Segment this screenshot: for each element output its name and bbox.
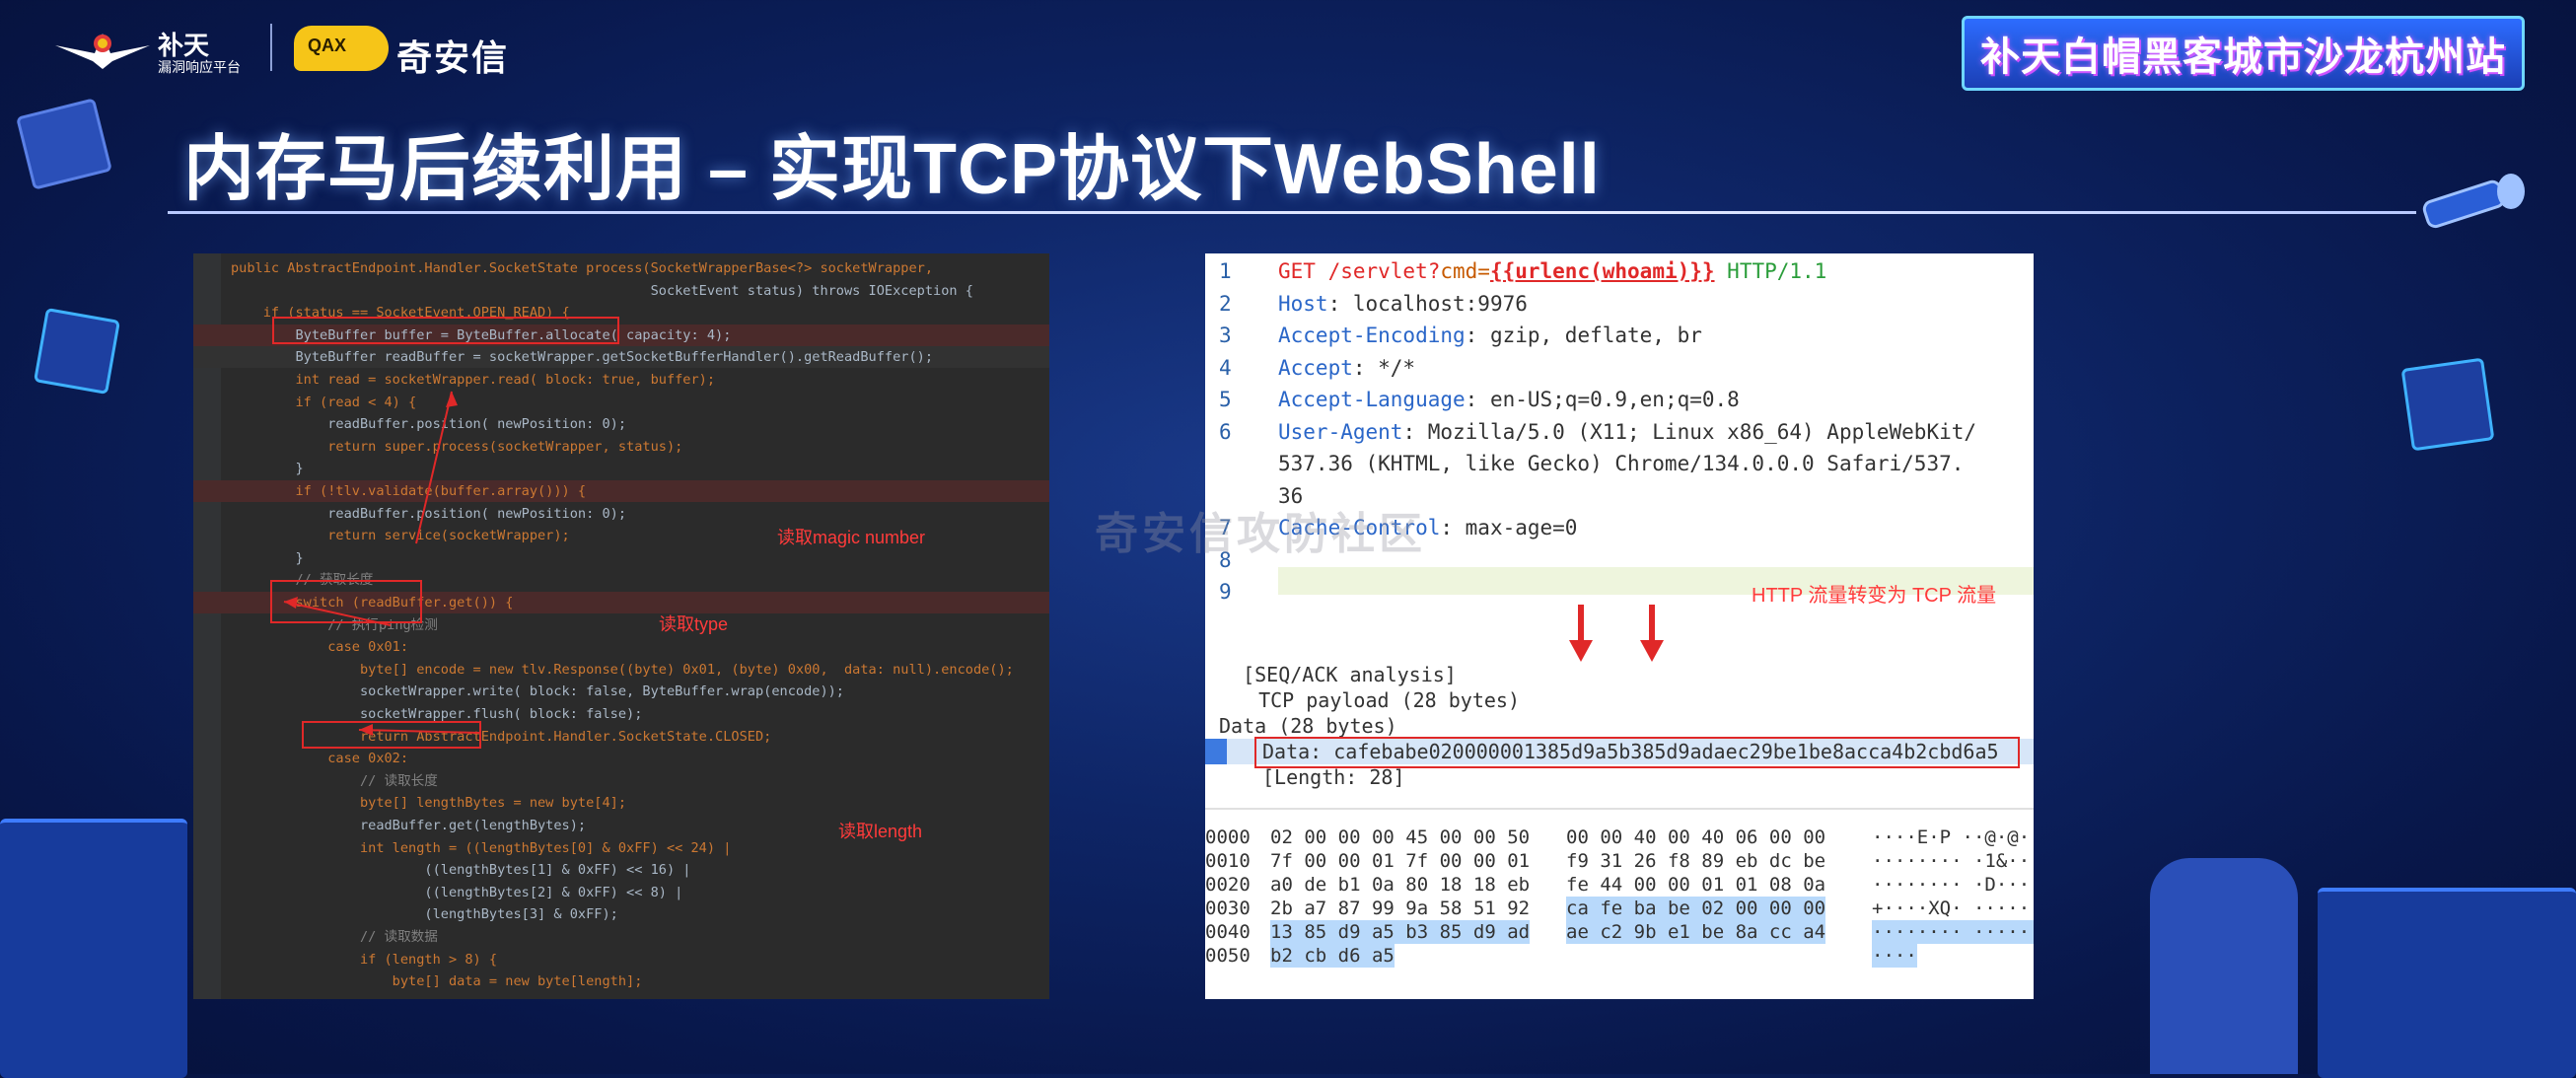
down-arrow-icon <box>1569 605 1593 662</box>
hex-offset: 0020 <box>1205 874 1251 896</box>
qax-badge-text: QAX <box>308 36 347 55</box>
request-text: Host: localhost:9976 <box>1278 288 1528 320</box>
hex-offset: 0040 <box>1205 921 1251 943</box>
qianxin-logo: QAX 奇安信 <box>294 22 531 78</box>
header-value: : en-US;q=0.9,en;q=0.8 <box>1465 388 1740 411</box>
line-number: 1 <box>1219 259 1232 283</box>
request-line: 5 Accept-Language: en-US;q=0.9,en;q=0.8 <box>1205 384 2034 415</box>
request-text: Accept: */* <box>1278 352 1415 384</box>
request-text: User-Agent: Mozilla/5.0 (X11; Linux x86_… <box>1278 416 1976 448</box>
hex-ascii: +····XQ· ········ <box>1872 898 2034 919</box>
line-number: 6 <box>1219 419 1232 444</box>
annotation-type: 读取type <box>659 614 729 634</box>
header-value: : max-age=0 <box>1440 516 1578 539</box>
code-editor-panel: public AbstractEndpoint.Handler.SocketSt… <box>193 253 1049 999</box>
hex-offset: 0050 <box>1205 945 1251 967</box>
annotation-length: 读取length <box>838 822 923 841</box>
line-number: 5 <box>1219 388 1232 411</box>
decor-chip <box>2400 357 2495 452</box>
request-line: 3 Accept-Encoding: gzip, deflate, br <box>1205 320 2034 351</box>
request-text: GET /servlet?cmd={{urlenc(whoami)}} HTTP… <box>1278 255 1826 287</box>
line-number: 3 <box>1219 323 1232 347</box>
tree-seq-ack[interactable]: [SEQ/ACK analysis] <box>1219 662 1457 687</box>
request-text: Accept-Language: en-US;q=0.9,en;q=0.8 <box>1278 384 1740 415</box>
decor-laptop <box>0 819 187 1078</box>
request-text: 537.36 (KHTML, like Gecko) Chrome/134.0.… <box>1278 448 1964 479</box>
header-name: User-Agent <box>1278 419 1403 444</box>
annotation-magic: 读取magic number <box>777 528 926 547</box>
tree-length[interactable]: [Length: 28] <box>1262 764 1405 790</box>
hex-bytes: b2 cb d6 a5 <box>1270 944 1395 968</box>
annotation-arrows <box>283 391 480 736</box>
line-number: 2 <box>1219 291 1232 316</box>
line-number: 4 <box>1219 355 1232 380</box>
butian-emblem-icon <box>55 34 150 69</box>
arrow-head-icon <box>284 597 298 609</box>
arrow-head-icon <box>359 724 373 736</box>
hex-bytes: a0 de b1 0a 80 18 18 eb <box>1270 874 1531 896</box>
request-line: 6 User-Agent: Mozilla/5.0 (X11; Linux x86… <box>1205 416 2034 448</box>
hex-ascii: ····E·P ··@·@· <box>1872 826 2031 848</box>
header-name: Accept-Language <box>1278 388 1466 411</box>
watermark-text: 奇安信攻防社区 <box>1095 510 1426 558</box>
hex-ascii: ········ ·1&···· <box>1872 850 2034 872</box>
request-line: 2 Host: localhost:9976 <box>1205 288 2034 320</box>
hex-dump: 0000 02 00 00 00 45 00 00 50 00 00 40 00 4… <box>1205 826 2034 999</box>
request-line: 537.36 (KHTML, like Gecko) Chrome/134.0.… <box>1205 448 2034 479</box>
request-line: 4 Accept: */* <box>1205 352 2034 384</box>
qianxin-name: 奇安信 <box>396 37 510 78</box>
butian-subtitle: 漏洞响应平台 <box>158 59 241 75</box>
request-token: {{urlenc(whoami)}} <box>1489 259 1715 283</box>
decor-chip <box>33 307 121 395</box>
qax-badge-icon: QAX <box>294 26 389 71</box>
hex-offset: 0010 <box>1205 850 1251 872</box>
butian-logo: 补天 漏洞响应平台 <box>55 18 252 75</box>
hex-bytes: 00 00 40 00 40 06 00 00 <box>1566 826 1826 848</box>
hex-offset: 0000 <box>1205 826 1251 848</box>
line-number: 9 <box>1219 580 1232 604</box>
header-value: : gzip, deflate, br <box>1465 323 1702 347</box>
telescope-icon <box>2422 174 2525 229</box>
request-token: GET /servlet? <box>1278 259 1441 283</box>
header-name: Host <box>1278 291 1328 316</box>
hex-bytes: ae c2 9b e1 be 8a cc a4 <box>1566 920 1826 944</box>
page-title: 内存马后续利用 – 实现TCP协议下WebShell <box>183 130 1601 209</box>
http-request-panel: 1 GET /servlet?cmd={{urlenc(whoami)}} HTT… <box>1205 253 2034 999</box>
hex-bytes: 7f 00 00 01 7f 00 00 01 <box>1270 850 1531 872</box>
header-value: : localhost:9976 <box>1327 291 1528 316</box>
hex-ascii: ········ ·D······ <box>1872 874 2034 896</box>
hex-ascii: ···· <box>1872 944 1917 968</box>
conversion-label: HTTP 流量转变为 TCP 流量 <box>1752 585 1997 607</box>
request-text: Accept-Encoding: gzip, deflate, br <box>1278 320 1702 351</box>
hex-bytes: 13 85 d9 a5 b3 85 d9 ad <box>1270 920 1531 944</box>
request-token: HTTP/1.1 <box>1714 259 1827 283</box>
decor-laptop <box>2318 888 2576 1078</box>
event-title: 补天白帽黑客城市沙龙杭州站 <box>1962 16 2525 91</box>
arrow-head-icon <box>446 392 458 407</box>
selection-marker <box>1205 739 1227 764</box>
packet-tree: [SEQ/ACK analysis] TCP payload (28 bytes… <box>1205 662 2034 789</box>
header-value: 537.36 (KHTML, like Gecko) Chrome/134.0.… <box>1278 452 1965 475</box>
tree-data-head[interactable]: Data (28 bytes) <box>1219 713 1397 739</box>
header-value: : */* <box>1352 355 1416 380</box>
decor-robot <box>2150 858 2298 1074</box>
title-underline <box>168 211 2416 214</box>
hex-bytes: 2b a7 87 99 9a 58 51 92 <box>1270 898 1531 919</box>
hex-bytes: fe 44 00 00 01 01 08 0a <box>1566 874 1826 896</box>
header-name: Accept-Encoding <box>1278 323 1466 347</box>
pane-divider <box>1205 808 2034 810</box>
header-name: Accept <box>1278 355 1353 380</box>
tree-tcp-payload[interactable]: TCP payload (28 bytes) <box>1235 687 1520 713</box>
request-line: 1 GET /servlet?cmd={{urlenc(whoami)}} HTT… <box>1205 255 2034 287</box>
down-arrow-icon <box>1640 605 1664 662</box>
header-divider <box>270 24 272 71</box>
hex-bytes: ca fe ba be 02 00 00 00 <box>1566 897 1826 920</box>
request-token: cmd= <box>1440 259 1490 283</box>
hex-bytes: 02 00 00 00 45 00 00 50 <box>1270 826 1531 848</box>
hex-ascii: ········ ········ <box>1872 920 2034 944</box>
hex-offset: 0030 <box>1205 898 1251 919</box>
header-value: : Mozilla/5.0 (X11; Linux x86_64) AppleW… <box>1402 419 1977 444</box>
hex-bytes: f9 31 26 f8 89 eb dc be <box>1566 850 1826 872</box>
decor-tile <box>16 98 112 190</box>
